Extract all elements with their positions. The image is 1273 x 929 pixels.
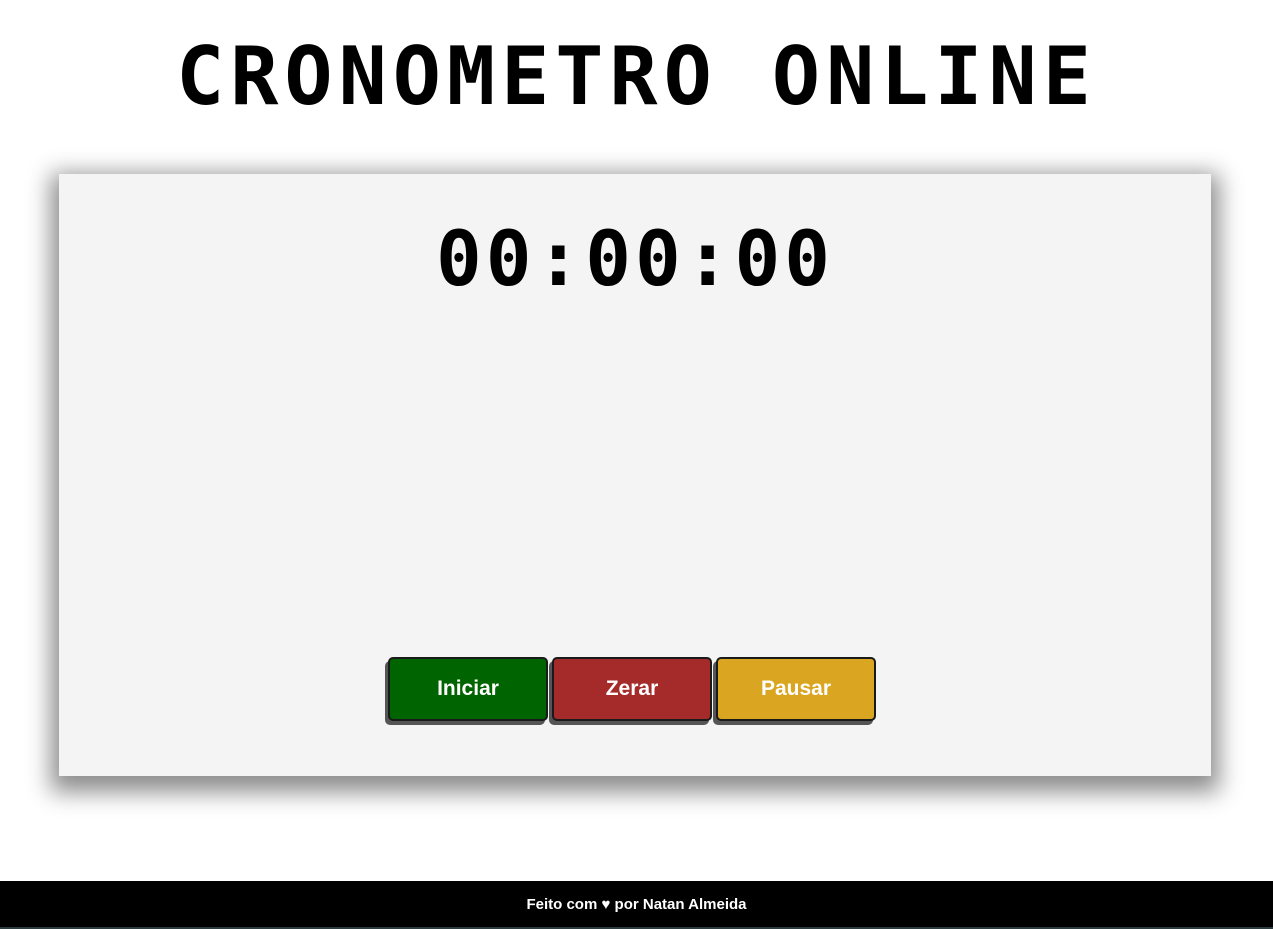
stopwatch-card: 00:00:00 Iniciar Zerar Pausar — [59, 174, 1211, 776]
pause-button[interactable]: Pausar — [716, 657, 876, 721]
start-button[interactable]: Iniciar — [388, 657, 548, 721]
footer: Feito com ♥ por Natan Almeida — [0, 881, 1273, 927]
timer-display: 00:00:00 — [435, 214, 835, 303]
page-title: CRONOMETRO ONLINE — [176, 30, 1097, 123]
page: CRONOMETRO ONLINE 00:00:00 Iniciar Zerar… — [0, 0, 1273, 929]
reset-button[interactable]: Zerar — [552, 657, 712, 721]
button-group: Iniciar Zerar Pausar — [388, 657, 876, 721]
footer-credit: Feito com ♥ por Natan Almeida — [526, 895, 747, 913]
